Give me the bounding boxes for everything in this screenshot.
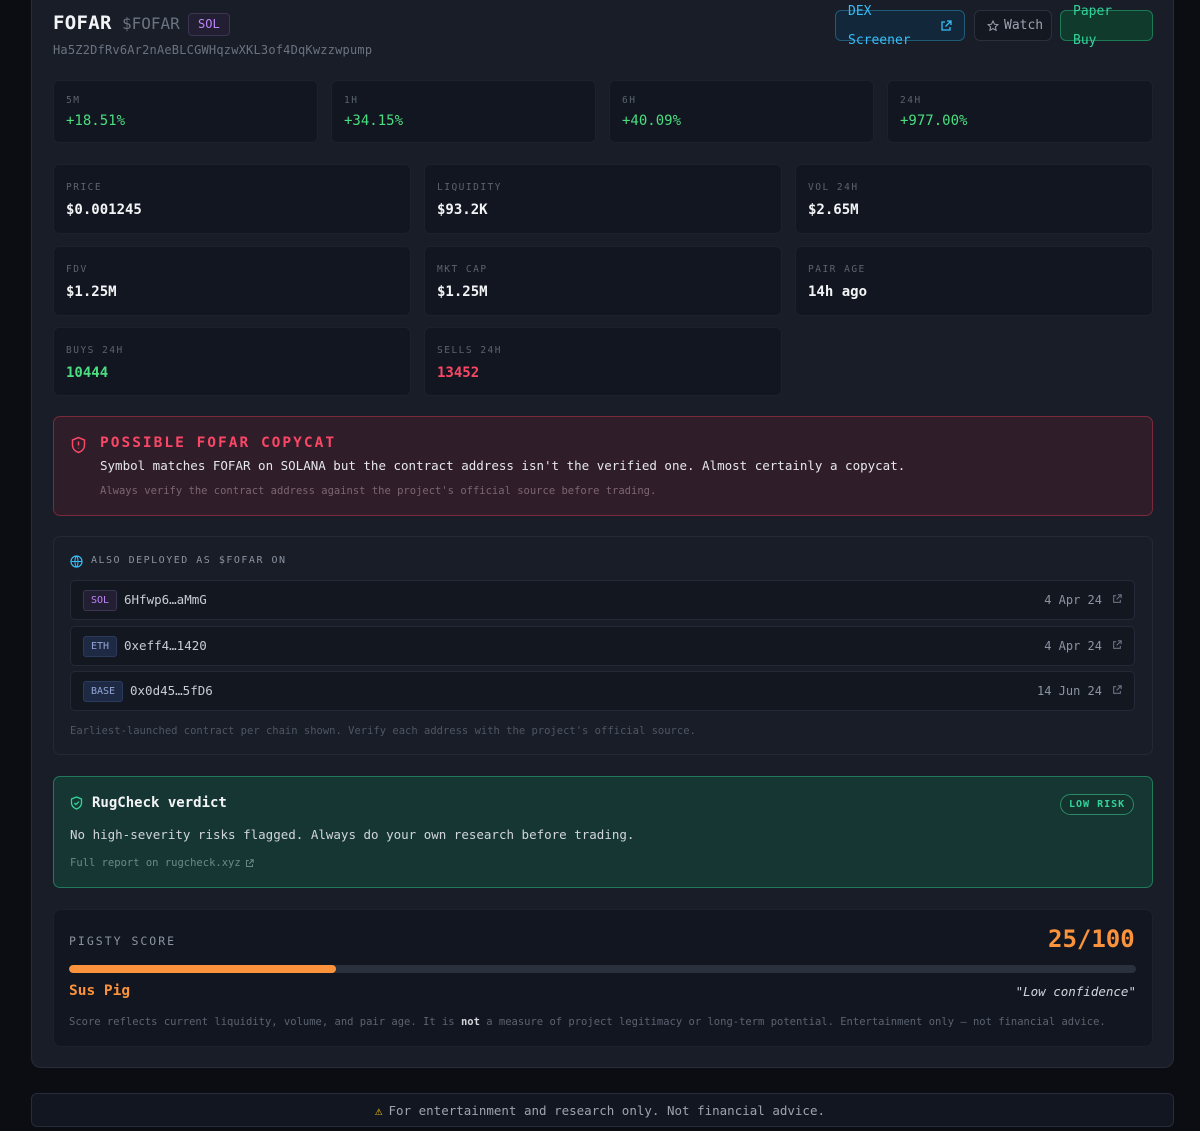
chain-chip: ETH — [83, 636, 118, 657]
score-note-bold: not — [460, 1016, 480, 1028]
warning-icon: ⚠ — [374, 1103, 383, 1118]
change-card-5m: 5M +18.51% — [53, 80, 318, 143]
warning-note: Always verify the contract address again… — [100, 485, 657, 497]
stat-card-sells: SELLS 24H 13452 — [424, 327, 782, 396]
deployed-title: ALSO DEPLOYED AS $FOFAR ON — [91, 555, 287, 566]
stat-label: FDV — [66, 264, 88, 275]
deployed-address: 0x0d45…5fD6 — [130, 683, 213, 698]
stat-value: $93.2K — [437, 202, 488, 218]
stat-label: PAIR AGE — [808, 264, 866, 275]
paper-buy-button[interactable]: Paper Buy — [1060, 4, 1153, 48]
warning-title: POSSIBLE FOFAR COPYCAT — [100, 435, 337, 451]
stat-card-fdv: FDV $1.25M — [53, 246, 411, 316]
warning-text: Symbol matches FOFAR on SOLANA but the c… — [100, 458, 906, 473]
shield-alert-icon — [70, 436, 87, 454]
deployed-address: 0xeff4…1420 — [124, 638, 207, 653]
stat-label: LIQUIDITY — [437, 182, 502, 193]
deployed-address: 6Hfwp6…aMmG — [124, 592, 207, 607]
risk-badge: LOW RISK — [1060, 794, 1135, 815]
stat-value: $1.25M — [66, 284, 117, 300]
deployed-note: Earliest-launched contract per chain sho… — [70, 725, 696, 737]
score-bar-fill — [69, 965, 336, 973]
star-icon — [987, 19, 999, 32]
stat-value: $1.25M — [437, 284, 488, 300]
stat-label: VOL 24H — [808, 182, 859, 193]
stat-card-price: PRICE $0.001245 — [53, 164, 411, 234]
disclaimer: ⚠ For entertainment and research only. No… — [0, 1103, 1200, 1118]
token-panel — [31, 0, 1174, 1068]
score-confidence: "Low confidence" — [1015, 984, 1136, 999]
change-value: +977.00% — [900, 113, 968, 129]
external-link-icon[interactable] — [1112, 640, 1122, 650]
rugcheck-title: RugCheck verdict — [92, 795, 227, 811]
deployed-row-base[interactable]: BASE 0x0d45…5fD6 14 Jun 24 — [70, 671, 1135, 711]
change-value: +34.15% — [344, 113, 404, 129]
stat-card-buys: BUYS 24H 10444 — [53, 327, 411, 396]
stat-label: PRICE — [66, 182, 103, 193]
change-card-24h: 24H +977.00% — [887, 80, 1153, 143]
token-ticker: $FOFAR — [122, 14, 180, 33]
chain-badge: SOL — [188, 13, 230, 36]
change-label: 24H — [900, 95, 922, 106]
deployed-date: 4 Apr 24 — [1044, 593, 1102, 607]
stat-value: 14h ago — [808, 284, 868, 300]
stat-card-volume: VOL 24H $2.65M — [795, 164, 1153, 234]
score-note: Score reflects current liquidity, volume… — [69, 1016, 1106, 1028]
dex-screener-label: DEX Screener — [848, 3, 911, 48]
disclaimer-text: For entertainment and research only. Not… — [388, 1103, 826, 1118]
change-value: +18.51% — [66, 113, 126, 129]
stat-value: $0.001245 — [66, 202, 142, 218]
deployed-row-eth[interactable]: ETH 0xeff4…1420 4 Apr 24 — [70, 626, 1135, 666]
external-link-icon[interactable] — [1112, 594, 1122, 604]
score-tier: Sus Pig — [69, 983, 131, 999]
score-note-pre: Score reflects current liquidity, volume… — [69, 1016, 461, 1028]
chain-chip: SOL — [83, 590, 118, 611]
stat-card-mkt-cap: MKT CAP $1.25M — [424, 246, 782, 316]
stat-value: 13452 — [437, 365, 480, 381]
external-link-icon — [940, 19, 952, 32]
contract-address[interactable]: Ha5Z2DfRv6Ar2nAeBLCGWHqzwXKL3of4DqKwzzwp… — [53, 43, 372, 57]
external-link-icon[interactable] — [1112, 685, 1122, 695]
dex-screener-button[interactable]: DEX Screener — [835, 4, 965, 48]
rugcheck-text: No high-severity risks flagged. Always d… — [70, 827, 635, 842]
paper-buy-label: Paper Buy — [1073, 3, 1113, 48]
shield-check-icon — [70, 796, 83, 810]
token-symbol: FOFAR — [53, 12, 112, 34]
deployed-date: 14 Jun 24 — [1036, 684, 1102, 698]
rugcheck-link-label: Full report on rugcheck.xyz — [70, 857, 241, 869]
change-label: 1H — [344, 95, 359, 106]
stat-card-pair-age: PAIR AGE 14h ago — [795, 246, 1153, 316]
stat-label: MKT CAP — [437, 264, 488, 275]
stat-value: $2.65M — [808, 202, 859, 218]
score-note-post: a measure of project legitimacy or long-… — [479, 1016, 1106, 1028]
change-card-6h: 6H +40.09% — [609, 80, 874, 143]
change-card-1h: 1H +34.15% — [331, 80, 596, 143]
change-label: 5M — [66, 95, 81, 106]
watch-label: Watch — [1004, 18, 1044, 33]
score-bar — [69, 965, 1136, 973]
stat-label: SELLS 24H — [437, 345, 502, 356]
stat-label: BUYS 24H — [66, 345, 124, 356]
globe-icon — [70, 555, 83, 568]
score-value: 25/100 — [1048, 925, 1135, 953]
external-link-icon — [245, 858, 254, 868]
deployed-date: 4 Apr 24 — [1044, 639, 1102, 653]
rugcheck-report-link[interactable]: Full report on rugcheck.xyz — [70, 857, 254, 869]
change-value: +40.09% — [622, 113, 682, 129]
change-label: 6H — [622, 95, 637, 106]
score-label: PIGSTY SCORE — [69, 934, 177, 948]
stat-card-liquidity: LIQUIDITY $93.2K — [424, 164, 782, 234]
watch-button[interactable]: Watch — [974, 10, 1052, 41]
chain-chip: BASE — [83, 681, 124, 702]
stat-value: 10444 — [66, 365, 109, 381]
deployed-row-sol[interactable]: SOL 6Hfwp6…aMmG 4 Apr 24 — [70, 580, 1135, 620]
